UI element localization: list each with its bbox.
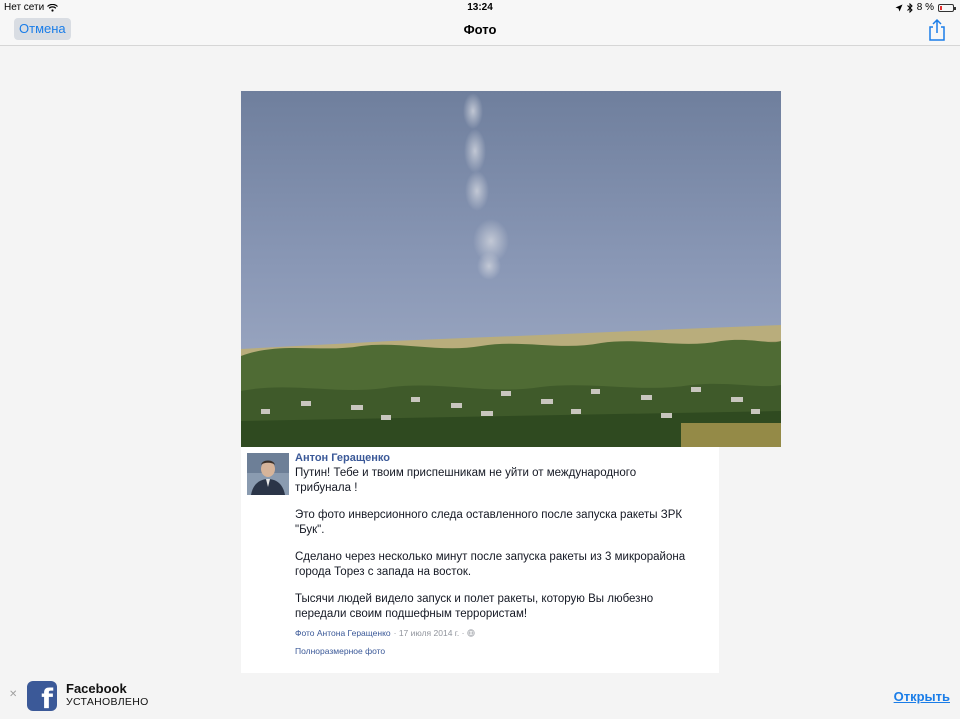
author-photo [247,453,289,495]
post-paragraph: Тысячи людей видело запуск и полет ракет… [295,593,654,620]
battery-icon [938,3,956,12]
post-paragraph: Путин! Тебе и твоим приспешникам не уйти… [295,467,637,494]
full-size-photo-link[interactable]: Полноразмерное фото [295,646,385,656]
location-arrow-icon [895,4,903,11]
post-text: Путин! Тебе и твоим приспешникам не уйти… [295,466,695,634]
navigation-bar: Отмена Фото [0,14,960,46]
share-button[interactable] [926,18,948,42]
author-photo-link[interactable]: Фото Антона Геращенко [295,628,391,638]
post-paragraph: Это фото инверсионного следа оставленног… [295,509,683,536]
post-photo[interactable] [241,91,781,447]
avatar[interactable] [247,453,289,495]
landscape-image [241,91,781,447]
page-title: Фото [463,22,497,37]
banner-app-name: Facebook [66,681,127,696]
facebook-app-icon: f [27,681,57,711]
post-paragraph: Сделано через несколько минут после запу… [295,551,686,578]
close-icon[interactable]: ✕ [9,689,17,700]
app-banner: ✕ f Facebook УСТАНОВЛЕНО Открыть [0,673,960,719]
open-app-button[interactable]: Открыть [894,689,950,704]
share-icon [929,18,945,41]
facebook-post: Антон Геращенко Путин! Тебе и твоим прис… [241,447,719,673]
photo-card: Антон Геращенко Путин! Тебе и твоим прис… [241,91,781,673]
battery-label: 8 % [916,2,934,13]
post-author[interactable]: Антон Геращенко [295,452,390,464]
globe-icon [467,629,476,637]
bluetooth-icon [906,2,913,13]
status-right-group: 8 % [895,2,956,13]
post-meta: Фото Антона Геращенко · 17 июля 2014 г. … [295,628,476,638]
status-time: 13:24 [467,2,493,13]
post-date[interactable]: · 17 июля 2014 г. · [394,628,465,638]
status-bar: Нет сети 13:24 8 % [0,0,960,14]
banner-app-status: УСТАНОВЛЕНО [66,696,149,708]
